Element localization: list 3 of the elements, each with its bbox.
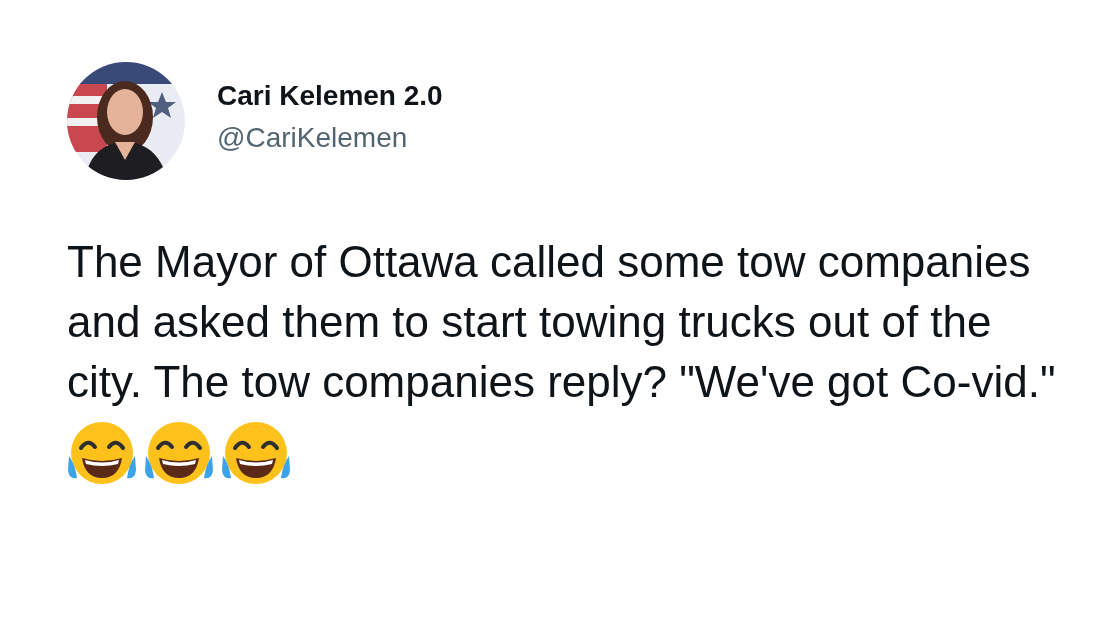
tweet-text: The Mayor of Ottawa called some tow companies and asked them to start towing trucks out of the city. The tow companies reply? "We've got Co-vid." — [67, 236, 1057, 408]
author-handle[interactable]: @CariKelemen — [217, 122, 443, 154]
author-name[interactable]: Cari Kelemen 2.0 — [217, 80, 443, 112]
